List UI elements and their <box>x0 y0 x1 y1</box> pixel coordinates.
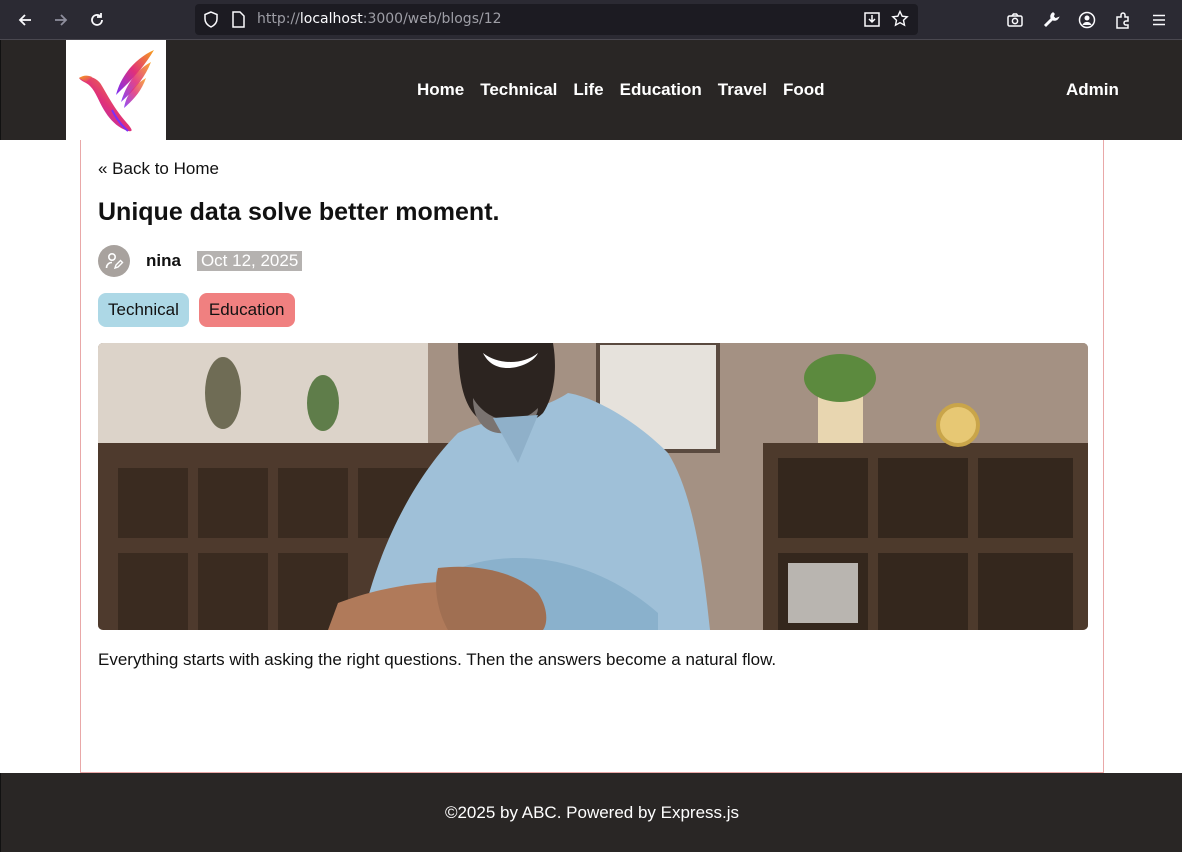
reload-icon[interactable] <box>83 6 111 34</box>
post-title: Unique data solve better moment. <box>98 198 500 226</box>
back-arrow-icon[interactable] <box>11 6 39 34</box>
footer-text: ©2025 by ABC. Powered by Express.js <box>444 803 740 822</box>
forward-arrow-icon[interactable] <box>47 6 75 34</box>
nav-education[interactable]: Education <box>620 80 702 100</box>
post-date: Oct 12, 2025 <box>196 251 303 271</box>
user-edit-icon <box>105 252 124 270</box>
avatar <box>98 245 130 277</box>
tag-list: Technical Education <box>98 293 305 327</box>
wrench-icon[interactable] <box>1037 6 1065 34</box>
site-footer: ©2025 by ABC. Powered by Express.js <box>0 773 1182 852</box>
bird-logo-icon <box>79 50 154 132</box>
author-row: nina Oct 12, 2025 <box>98 245 303 277</box>
nav-food[interactable]: Food <box>783 80 825 100</box>
bookmark-star-icon[interactable] <box>891 9 909 33</box>
nav-home[interactable]: Home <box>417 80 464 100</box>
site-header: Home Technical Life Education Travel Foo… <box>0 40 1182 140</box>
author-name: nina <box>146 251 181 270</box>
address-bar[interactable]: http://localhost:3000/web/blogs/12 <box>195 4 918 35</box>
browser-toolbar: http://localhost:3000/web/blogs/12 <box>0 0 1182 40</box>
page-icon <box>231 11 245 33</box>
back-to-home-link[interactable]: « Back to Home <box>98 159 219 179</box>
article-card: « Back to Home Unique data solve better … <box>80 140 1104 773</box>
shield-icon[interactable] <box>203 11 219 33</box>
nav-life[interactable]: Life <box>573 80 603 100</box>
menu-icon[interactable] <box>1145 6 1173 34</box>
main-nav: Home Technical Life Education Travel Foo… <box>417 40 841 140</box>
nav-travel[interactable]: Travel <box>718 80 767 100</box>
tag-education[interactable]: Education <box>198 293 295 327</box>
tag-technical[interactable]: Technical <box>98 293 189 327</box>
post-body: Everything starts with asking the right … <box>98 650 777 669</box>
extensions-icon[interactable] <box>1109 6 1137 34</box>
screenshot-icon[interactable] <box>1001 6 1029 34</box>
admin-link[interactable]: Admin <box>1066 80 1119 100</box>
url-text[interactable]: http://localhost:3000/web/blogs/12 <box>257 11 502 27</box>
hero-image <box>98 343 1088 630</box>
account-icon[interactable] <box>1073 6 1101 34</box>
save-page-icon[interactable] <box>863 10 881 33</box>
nav-technical[interactable]: Technical <box>480 80 557 100</box>
site-logo[interactable] <box>66 40 166 140</box>
